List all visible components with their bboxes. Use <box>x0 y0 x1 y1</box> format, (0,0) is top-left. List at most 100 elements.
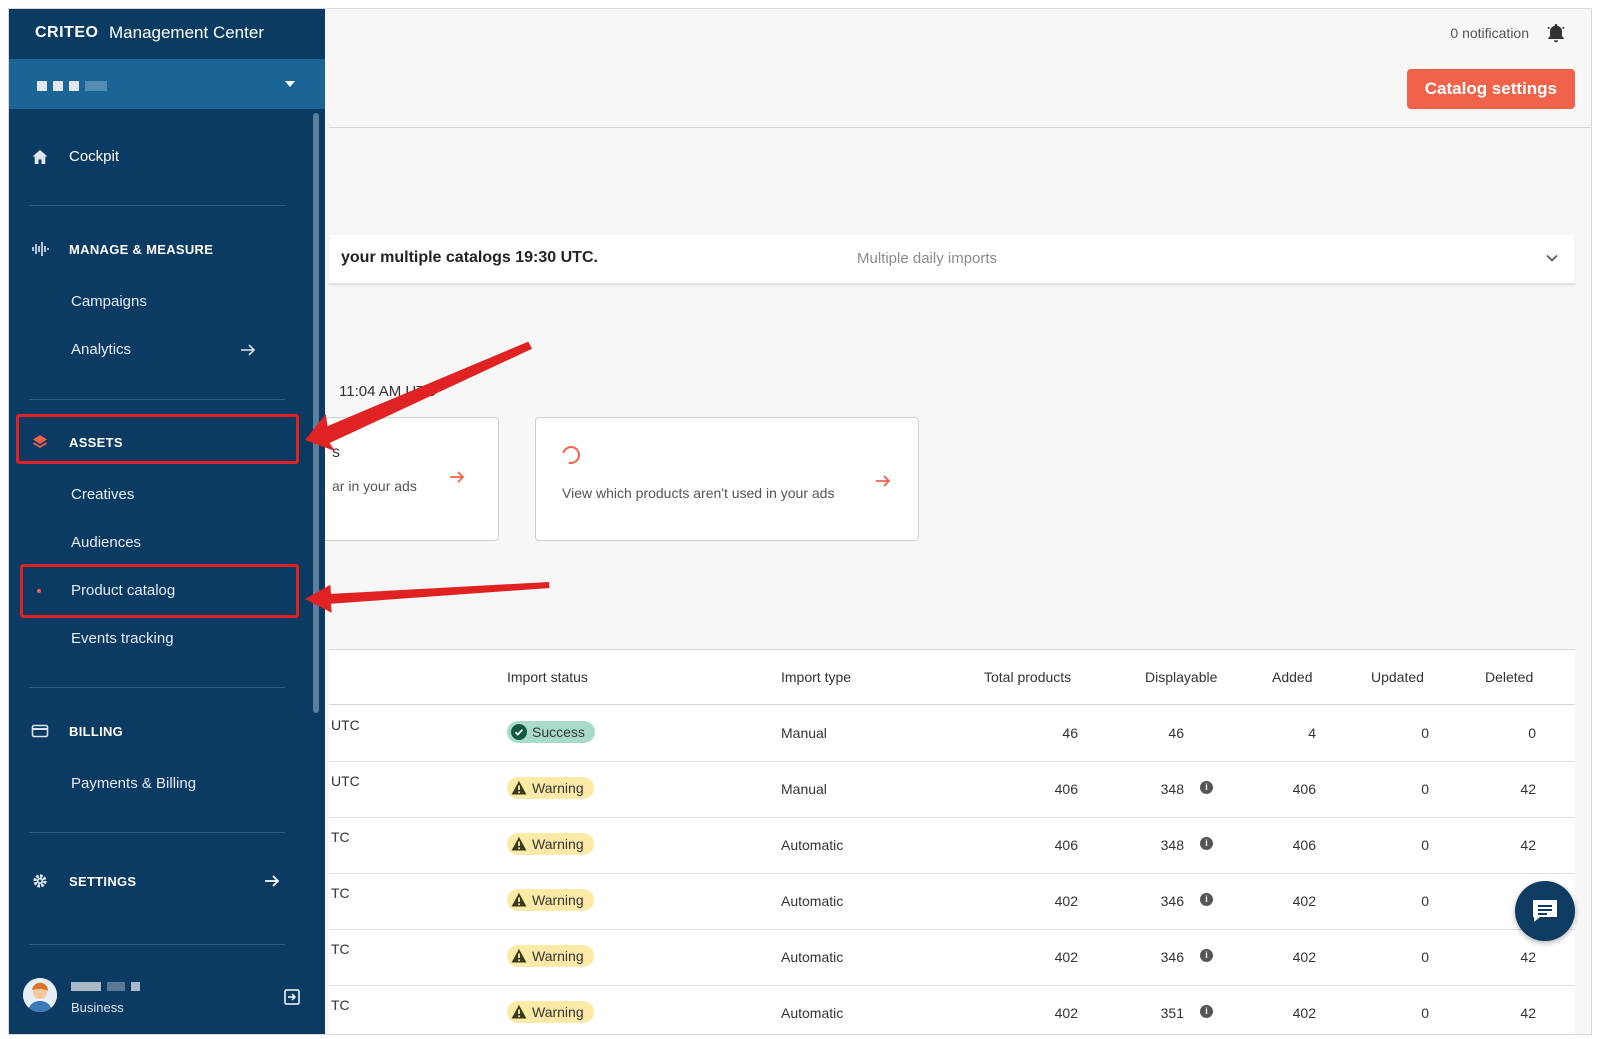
cell-added: 402 <box>1292 1005 1316 1021</box>
sidebar-item-campaigns[interactable]: Campaigns <box>71 293 147 310</box>
cell-deleted: 42 <box>1520 781 1536 797</box>
status-badge: Warning <box>507 777 594 799</box>
cell-updated: 0 <box>1421 781 1429 797</box>
sidebar-section-label: MANAGE & MEASURE <box>69 242 214 257</box>
annotation-highlight-assets <box>16 414 299 464</box>
table-row[interactable]: TC Warning Automatic 402 351 402 0 42 i <box>329 985 1575 1034</box>
warning-triangle-icon <box>511 893 527 907</box>
cell-total: 406 <box>1054 837 1078 853</box>
import-date: UTC <box>331 773 360 789</box>
credit-card-icon <box>31 724 49 738</box>
status-label: Warning <box>532 948 584 964</box>
table-row[interactable]: TC Warning Automatic 402 346 402 0 i <box>329 873 1575 930</box>
sidebar-section-manage-measure[interactable]: MANAGE & MEASURE <box>9 229 309 269</box>
status-badge: Warning <box>507 833 594 855</box>
divider <box>29 944 285 945</box>
header-updated: Updated <box>1371 669 1424 685</box>
sidebar-section-label: SETTINGS <box>69 874 137 889</box>
card-text: ar in your ads <box>332 478 417 494</box>
arrow-right-icon[interactable] <box>874 472 892 490</box>
status-label: Warning <box>532 836 584 852</box>
header-deleted: Deleted <box>1485 669 1534 685</box>
sidebar-item-payments-billing[interactable]: Payments & Billing <box>71 775 196 792</box>
warning-triangle-icon <box>511 1005 527 1019</box>
sidebar-scrollbar[interactable] <box>313 113 319 713</box>
cell-deleted: 42 <box>1520 949 1536 965</box>
table-row[interactable]: UTC Success Manual 46 46 4 0 0 <box>329 705 1575 762</box>
arrow-right-icon[interactable] <box>448 468 466 486</box>
sidebar-item-events-tracking[interactable]: Events tracking <box>71 630 174 647</box>
top-bar: 0 notification Catalog settings <box>329 9 1591 128</box>
cell-total: 402 <box>1054 1005 1078 1021</box>
table-row[interactable]: TC Warning Automatic 406 348 406 0 42 i <box>329 817 1575 874</box>
divider <box>29 687 285 688</box>
table-row[interactable]: UTC Warning Manual 406 348 406 0 42 i <box>329 761 1575 818</box>
chat-button[interactable] <box>1515 881 1575 941</box>
sidebar-item-creatives[interactable]: Creatives <box>71 486 134 503</box>
header-total-products: Total products <box>984 669 1072 685</box>
home-icon <box>32 150 48 164</box>
catalog-settings-button[interactable]: Catalog settings <box>1406 69 1575 109</box>
import-type: Automatic <box>781 1005 844 1021</box>
cell-updated: 0 <box>1421 837 1429 853</box>
status-label: Success <box>532 724 585 740</box>
cell-updated: 0 <box>1421 725 1429 741</box>
status-badge: Warning <box>507 1001 594 1023</box>
bell-icon[interactable] <box>1545 21 1567 45</box>
products-in-ads-card[interactable]: s ar in your ads <box>305 417 499 541</box>
import-date: TC <box>331 885 350 901</box>
cell-displayable: 348 <box>1160 837 1184 853</box>
cell-displayable: 346 <box>1160 949 1184 965</box>
warning-triangle-icon <box>511 781 527 795</box>
status-badge: Warning <box>507 945 594 967</box>
import-info-text: your multiple catalogs 19:30 UTC. <box>341 249 598 266</box>
cell-added: 402 <box>1292 949 1316 965</box>
card-text: View which products aren't used in your … <box>562 485 835 501</box>
status-label: Warning <box>532 1004 584 1020</box>
info-icon[interactable]: i <box>1200 949 1213 962</box>
cell-total: 46 <box>1062 725 1078 741</box>
info-icon[interactable]: i <box>1200 893 1213 906</box>
import-date: TC <box>331 829 350 845</box>
cell-added: 406 <box>1292 781 1316 797</box>
sidebar-item-analytics[interactable]: Analytics <box>71 341 131 358</box>
info-icon[interactable]: i <box>1200 781 1213 794</box>
app-title: Management Center <box>109 23 264 42</box>
info-icon[interactable]: i <box>1200 1005 1213 1018</box>
arrow-right-icon[interactable] <box>263 872 281 890</box>
import-info-bar[interactable]: your multiple catalogs 19:30 UTC. Multip… <box>329 235 1575 285</box>
import-date: UTC <box>331 717 360 733</box>
sidebar: CRITEO Management Center Cockpit MANAGE … <box>9 9 325 1034</box>
header-displayable: Displayable <box>1145 669 1218 685</box>
cell-displayable: 351 <box>1160 1005 1184 1021</box>
sidebar-item-cockpit[interactable]: Cockpit <box>9 137 309 177</box>
annotation-highlight-product-catalog <box>20 564 299 618</box>
user-profile[interactable]: Business <box>9 964 325 1034</box>
app-window: 0 notification Catalog settings your mul… <box>8 8 1592 1035</box>
table-row[interactable]: TC Warning Automatic 402 346 402 0 42 i <box>329 929 1575 986</box>
last-import-time: 11:04 AM UTC <box>339 383 437 400</box>
divider <box>29 832 285 833</box>
chevron-down-icon[interactable] <box>1545 251 1559 265</box>
cell-updated: 0 <box>1421 1005 1429 1021</box>
criteo-logo[interactable]: CRITEO <box>35 24 98 42</box>
sidebar-item-audiences[interactable]: Audiences <box>71 534 141 551</box>
import-date: TC <box>331 941 350 957</box>
cell-updated: 0 <box>1421 893 1429 909</box>
avatar[interactable] <box>23 978 57 1012</box>
info-icon[interactable]: i <box>1200 837 1213 850</box>
arrow-right-icon[interactable] <box>239 341 257 359</box>
logout-icon[interactable] <box>283 988 301 1006</box>
warning-triangle-icon <box>511 949 527 963</box>
status-label: Warning <box>532 780 584 796</box>
card-title: s <box>332 444 340 461</box>
cell-deleted: 0 <box>1528 725 1536 741</box>
table-header: Import status Import type Total products… <box>329 650 1575 705</box>
unused-products-card[interactable]: View which products aren't used in your … <box>535 417 919 541</box>
sidebar-section-billing[interactable]: BILLING <box>9 711 309 751</box>
notification-count[interactable]: 0 notification <box>1450 25 1529 41</box>
header-import-status: Import status <box>507 669 588 685</box>
account-selector[interactable] <box>9 59 325 109</box>
import-info-subtext: Multiple daily imports <box>857 250 998 267</box>
cell-updated: 0 <box>1421 949 1429 965</box>
